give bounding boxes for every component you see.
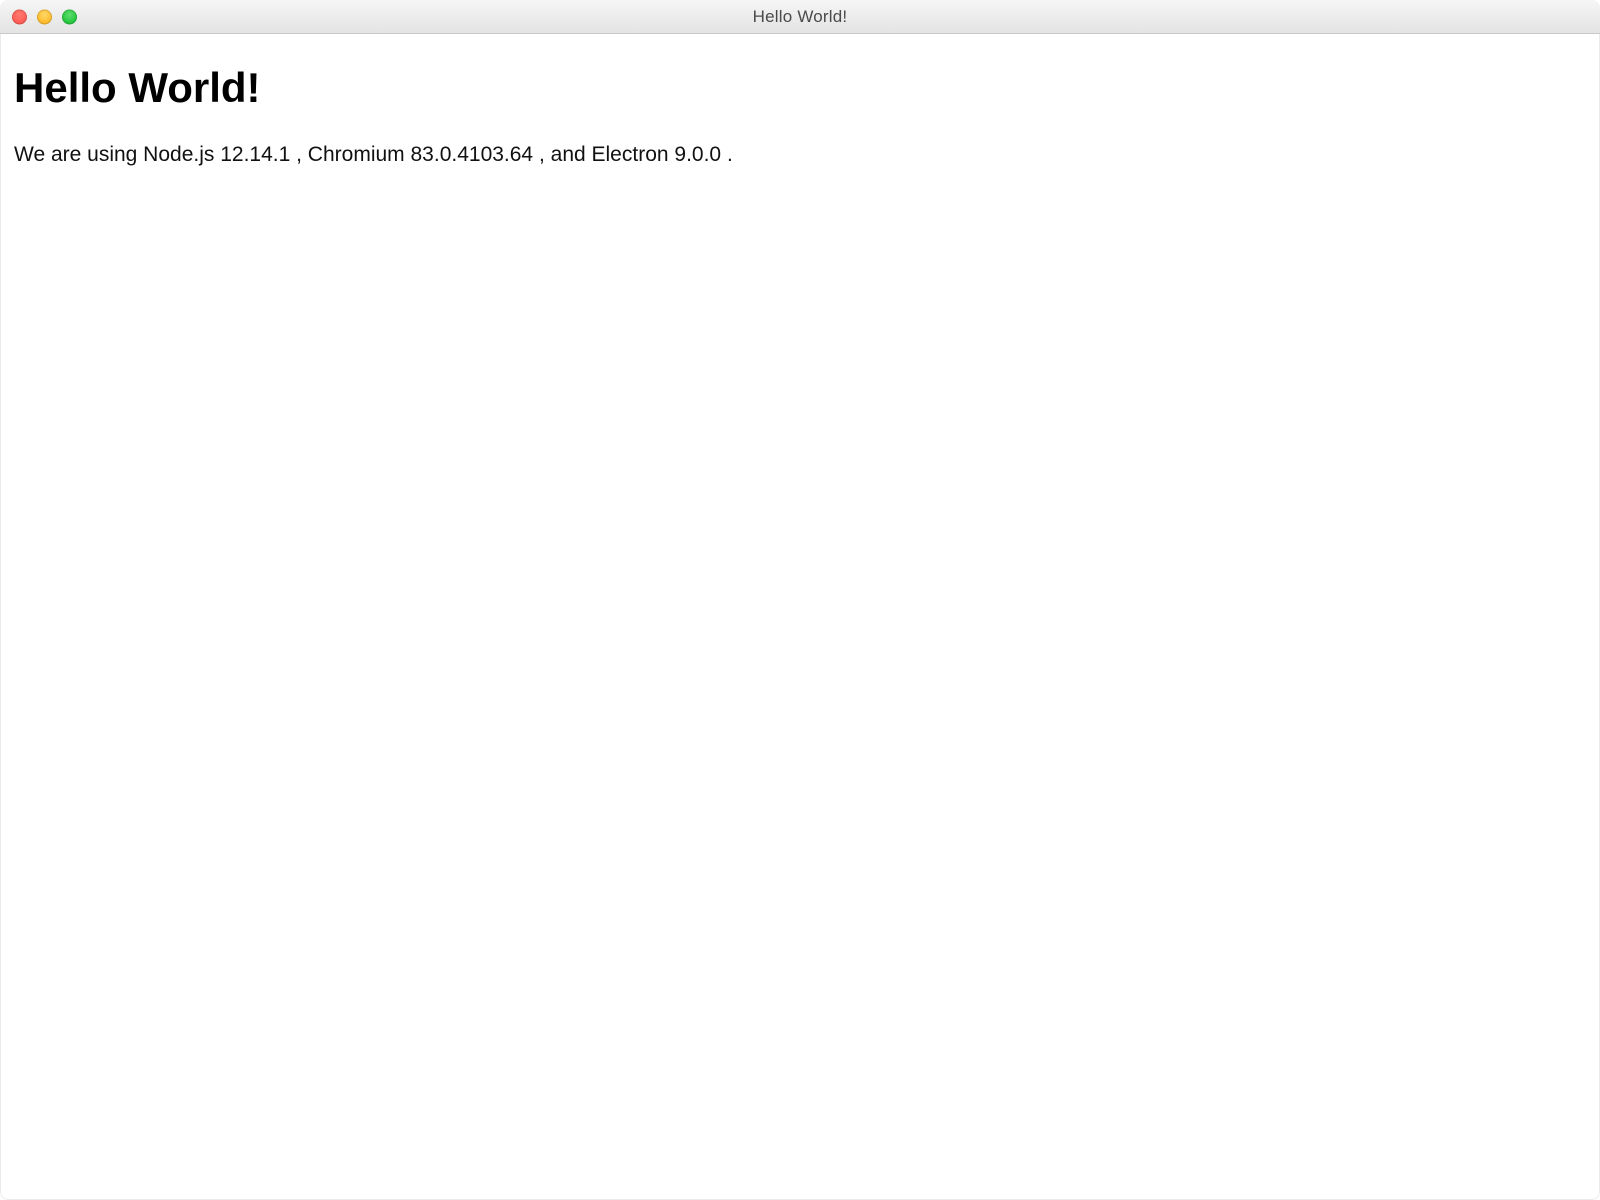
page-content: Hello World! We are using Node.js 12.14.… (0, 34, 1600, 1200)
zoom-icon[interactable] (62, 9, 77, 24)
close-icon[interactable] (12, 9, 27, 24)
app-window: Hello World! Hello World! We are using N… (0, 0, 1600, 1200)
electron-version: 9.0.0 (674, 143, 721, 166)
body-suffix: . (727, 143, 733, 166)
title-bar[interactable]: Hello World! (0, 0, 1600, 34)
chromium-version: 83.0.4103.64 (411, 143, 534, 166)
minimize-icon[interactable] (37, 9, 52, 24)
window-title: Hello World! (753, 7, 848, 27)
body-prefix: We are using Node.js (14, 143, 220, 166)
traffic-lights (12, 9, 77, 24)
page-heading: Hello World! (14, 64, 1586, 112)
versions-text: We are using Node.js 12.14.1 , Chromium … (14, 140, 1586, 169)
node-version: 12.14.1 (220, 143, 290, 166)
body-mid2: , and Electron (539, 143, 674, 166)
body-mid1: , Chromium (296, 143, 410, 166)
